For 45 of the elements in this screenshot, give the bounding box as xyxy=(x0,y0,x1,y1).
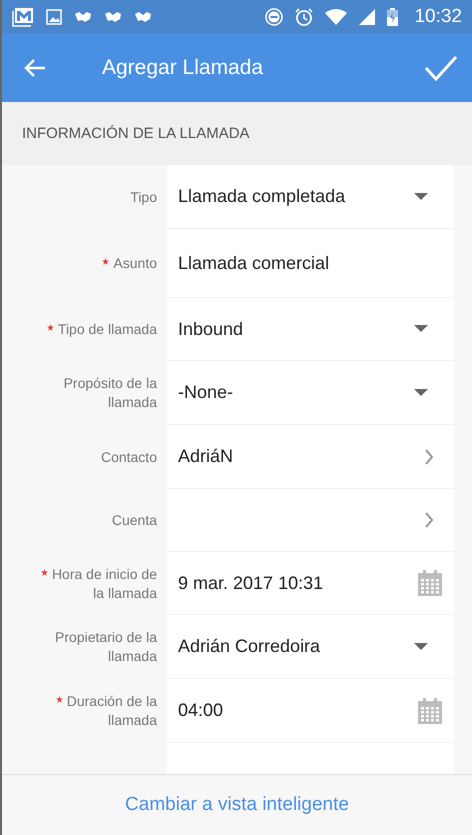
dropdown-caret-icon[interactable] xyxy=(414,192,428,200)
field-label: Duración de la llamada xyxy=(31,692,157,730)
form-field[interactable]: -None- xyxy=(167,361,454,425)
chevron-right-icon[interactable] xyxy=(424,448,434,464)
dropdown-caret-icon[interactable] xyxy=(414,642,428,650)
field-label: Propósito de la llamada xyxy=(62,374,157,412)
back-button[interactable] xyxy=(24,58,46,78)
required-star-icon xyxy=(46,324,54,331)
form-field[interactable]: 04:00 xyxy=(167,679,454,743)
handshake-icon xyxy=(134,10,152,22)
field-label: Contacto xyxy=(100,448,157,466)
battery-icon xyxy=(387,8,398,26)
image-icon xyxy=(46,8,62,24)
form-field[interactable]: 9 mar. 2017 10:31 xyxy=(167,552,454,615)
required-star-icon xyxy=(56,696,63,703)
form-field[interactable]: Inbound xyxy=(167,298,454,361)
form-field[interactable]: Llamada completada xyxy=(167,165,454,229)
field-label: Cuenta xyxy=(112,511,157,530)
handshake-icon xyxy=(74,10,92,22)
required-star-icon xyxy=(102,258,110,265)
handshake-icon xyxy=(104,10,122,22)
dropdown-caret-icon[interactable] xyxy=(414,325,428,333)
screen-title: Agregar Llamada xyxy=(102,56,264,80)
do-not-disturb-icon xyxy=(265,8,284,26)
section-title: INFORMACIÓN DE LA LLAMADA xyxy=(22,125,250,142)
calendar-icon[interactable] xyxy=(418,698,442,724)
form-field[interactable]: AdriáN xyxy=(167,425,454,489)
form-field[interactable] xyxy=(167,489,454,552)
alarm-icon xyxy=(295,8,314,26)
field-label: Tipo de llamada xyxy=(46,320,157,339)
wifi-icon xyxy=(325,8,348,24)
dropdown-caret-icon[interactable] xyxy=(414,388,428,396)
field-label: Propietario de la llamada xyxy=(54,628,157,666)
required-star-icon xyxy=(40,568,48,576)
field-label: Asunto xyxy=(102,254,157,273)
form-field[interactable]: Llamada comercial xyxy=(167,229,454,298)
form-field[interactable]: Adrián Corredoira xyxy=(167,615,454,679)
save-checkmark-button[interactable] xyxy=(424,54,458,80)
field-label: Hora de inicio de la llamada xyxy=(31,564,157,602)
clock-time: 10:32 xyxy=(414,6,462,28)
signal-icon xyxy=(359,8,376,24)
chevron-right-icon[interactable] xyxy=(424,512,434,528)
calendar-icon[interactable] xyxy=(418,570,442,596)
mail-icon xyxy=(12,6,34,26)
field-label: Tipo xyxy=(130,188,157,206)
